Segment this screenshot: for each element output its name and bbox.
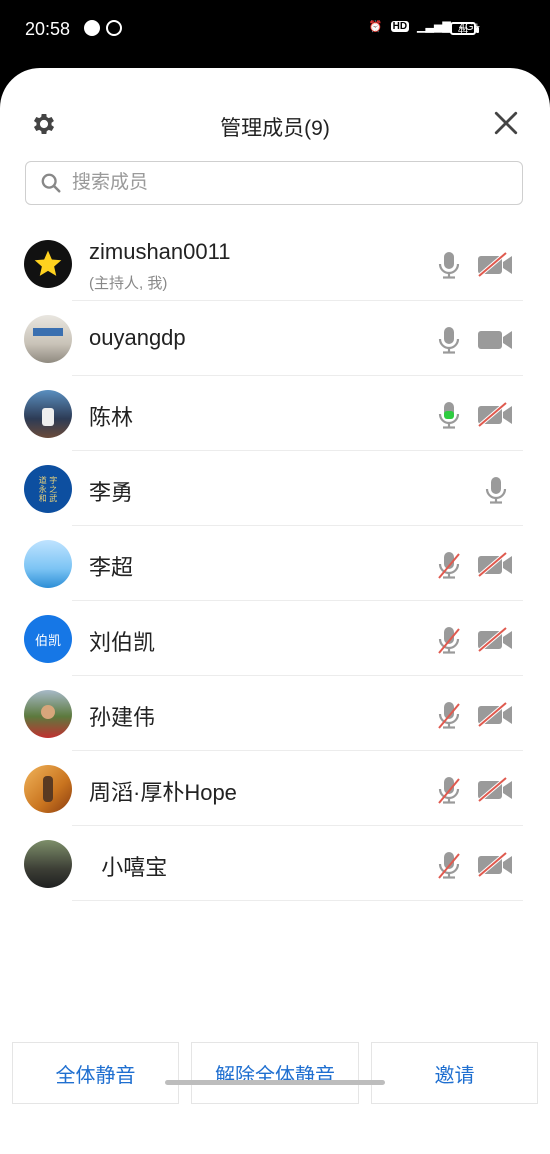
camera-icon[interactable] [476, 326, 514, 354]
avatar [24, 315, 72, 363]
member-row[interactable]: 周滔·厚朴Hope [0, 751, 550, 826]
member-row[interactable]: 伯凯 刘伯凯 [0, 601, 550, 676]
search-input[interactable] [70, 171, 522, 195]
mic-icon[interactable] [436, 325, 462, 355]
signal-icon: ▁▃▅▇ [417, 21, 451, 33]
avatar [24, 240, 72, 288]
member-row[interactable]: 陈林 [0, 376, 550, 451]
avatar-text: 伯凯 [34, 632, 61, 648]
notification-icons [84, 20, 122, 36]
row-divider [72, 900, 523, 901]
member-list: zimushan0011 (主持人, 我) ouyangdp 陈林道 字永 之和 武李… [0, 226, 550, 901]
member-name: 李勇 [89, 480, 134, 505]
manage-members-sheet: 管理成员(9) zimushan0011 (主持人, 我) ouyangdp 陈林道 … [0, 68, 550, 1154]
member-name: zimushan0011 [89, 239, 231, 264]
mic-muted-icon[interactable] [436, 550, 462, 580]
member-name: 小嘻宝 [89, 855, 168, 880]
member-name: 陈林 [89, 405, 134, 430]
member-name: 李超 [89, 555, 134, 580]
camera-off-icon[interactable] [476, 776, 514, 804]
member-name: 周滔·厚朴Hope [89, 780, 237, 805]
avatar [24, 540, 72, 588]
search-icon [41, 173, 61, 193]
mute-all-button[interactable]: 全体静音 [12, 1042, 179, 1104]
home-indicator[interactable] [165, 1080, 385, 1085]
status-time: 20:58 [25, 19, 71, 39]
avatar [24, 390, 72, 438]
mic-speaking-icon[interactable] [436, 400, 462, 430]
page-title: 管理成员(9) [220, 117, 330, 140]
mic-muted-icon[interactable] [436, 625, 462, 655]
mic-muted-icon[interactable] [436, 850, 462, 880]
member-row[interactable]: 孙建伟 [0, 676, 550, 751]
avatar [24, 690, 72, 738]
camera-off-icon[interactable] [476, 701, 514, 729]
camera-off-icon[interactable] [476, 251, 514, 279]
member-row[interactable]: 小嘻宝 [0, 826, 550, 901]
hd-icon: HD [390, 21, 410, 32]
bottom-action-bar: 全体静音 解除全体静音 邀请 [0, 1040, 550, 1106]
unmute-all-button[interactable]: 解除全体静音 [191, 1042, 359, 1104]
battery-icon: 44 [450, 22, 479, 35]
search-bar[interactable] [25, 161, 523, 205]
mic-muted-icon[interactable] [436, 775, 462, 805]
member-name: 孙建伟 [89, 705, 156, 730]
chat-notification-icon [84, 20, 100, 36]
avatar [24, 765, 72, 813]
avatar [24, 840, 72, 888]
member-name: ouyangdp [89, 325, 186, 350]
member-name: 刘伯凯 [89, 630, 156, 655]
avatar: 伯凯 [24, 615, 72, 663]
alarm-icon: ⏰ [368, 21, 383, 33]
member-row[interactable]: ouyangdp [0, 301, 550, 376]
member-row[interactable]: 道 字永 之和 武李勇 [0, 451, 550, 526]
camera-off-icon[interactable] [476, 551, 514, 579]
close-icon[interactable] [493, 110, 519, 136]
avatar: 道 字永 之和 武 [24, 465, 72, 513]
camera-off-icon[interactable] [476, 626, 514, 654]
mic-icon[interactable] [483, 475, 509, 505]
app-notification-icon [106, 20, 122, 36]
camera-off-icon[interactable] [476, 401, 514, 429]
invite-button[interactable]: 邀请 [371, 1042, 538, 1104]
mic-icon[interactable] [436, 250, 462, 280]
member-role: (主持人, 我) [89, 275, 168, 292]
camera-off-icon[interactable] [476, 851, 514, 879]
member-row[interactable]: 李超 [0, 526, 550, 601]
member-row[interactable]: zimushan0011 (主持人, 我) [0, 226, 550, 301]
status-bar: 20:58 ⏰ HD ▁▃▅▇ 4G+ 44 [0, 0, 550, 60]
mic-muted-icon[interactable] [436, 700, 462, 730]
